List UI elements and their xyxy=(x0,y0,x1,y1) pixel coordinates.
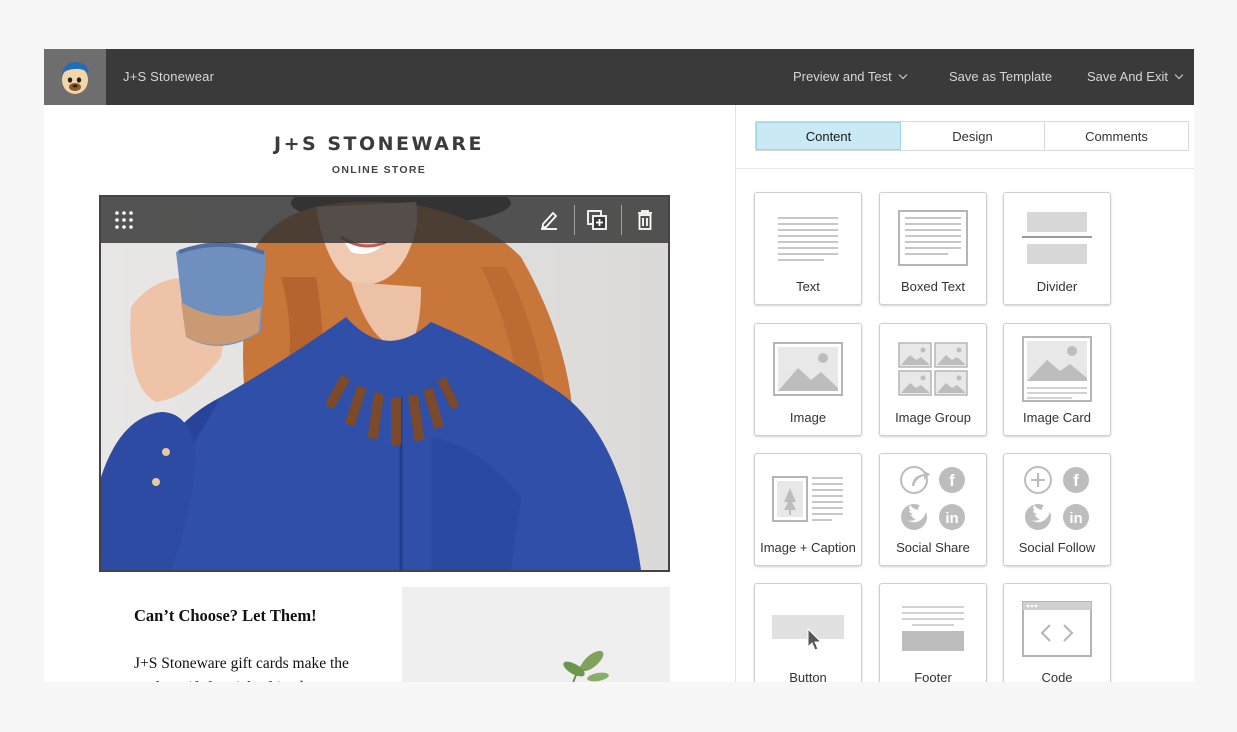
block-label: Text xyxy=(796,279,820,294)
block-tile-divider[interactable]: Divider xyxy=(1003,192,1111,305)
block-label: Social Share xyxy=(896,540,970,555)
block-label: Image Group xyxy=(895,410,971,425)
content-panel: Content Design Comments Text Boxed Text xyxy=(735,105,1194,682)
block-tile-footer[interactable]: Footer xyxy=(879,583,987,682)
block-label: Divider xyxy=(1036,279,1078,294)
mailchimp-logo-icon[interactable] xyxy=(44,49,106,105)
save-as-template-label: Save as Template xyxy=(949,69,1053,84)
tab-content[interactable]: Content xyxy=(756,122,901,150)
block-tile-text[interactable]: Text xyxy=(754,192,862,305)
svg-text:f: f xyxy=(949,471,955,490)
edit-pencil-icon[interactable] xyxy=(526,197,572,243)
chevron-down-icon xyxy=(898,70,908,79)
block-tile-image-group[interactable]: Image Group xyxy=(879,323,987,436)
text-block-icon xyxy=(755,205,861,271)
panel-divider xyxy=(736,168,1194,169)
block-tile-code[interactable]: Code xyxy=(1003,583,1111,682)
block-label: Image Card xyxy=(1023,410,1091,425)
block-label: Footer xyxy=(914,670,952,682)
block-tile-boxed-text[interactable]: Boxed Text xyxy=(879,192,987,305)
divider-block-icon xyxy=(1004,205,1110,271)
boxed-text-block-icon xyxy=(880,205,986,271)
block-label: Boxed Text xyxy=(900,279,966,294)
footer-block-icon xyxy=(880,596,986,662)
block-tile-image-card[interactable]: Image Card xyxy=(1003,323,1111,436)
svg-text:f: f xyxy=(1073,471,1079,490)
hero-image-block[interactable] xyxy=(99,195,670,572)
social-share-block-icon: f in xyxy=(880,466,986,532)
plant-photo[interactable] xyxy=(402,587,670,682)
svg-text:in: in xyxy=(945,510,958,527)
chevron-down-icon xyxy=(1174,70,1184,79)
preview-and-test-button[interactable]: Preview and Test xyxy=(793,69,908,84)
block-tile-button[interactable]: Button xyxy=(754,583,862,682)
panel-tabs: Content Design Comments xyxy=(755,121,1189,151)
drag-handle-icon[interactable] xyxy=(101,197,147,243)
email-canvas: J+S STONEWARE ONLINE STORE Can’t Choose?… xyxy=(44,105,735,682)
image-card-block-icon xyxy=(1004,336,1110,402)
block-label: Button xyxy=(789,670,827,682)
save-as-template-button[interactable]: Save as Template xyxy=(949,69,1052,84)
social-follow-block-icon: f in xyxy=(1004,466,1110,532)
block-label: Image + Caption xyxy=(760,540,856,555)
block-tile-social-share[interactable]: f in Social Share xyxy=(879,453,987,566)
save-and-exit-button[interactable]: Save And Exit xyxy=(1087,69,1184,84)
image-caption-block-icon xyxy=(755,466,861,532)
app-window: J+S Stonewear Preview and Test Save as T… xyxy=(44,49,1194,682)
block-label: Social Follow xyxy=(1018,540,1096,555)
save-and-exit-label: Save And Exit xyxy=(1087,69,1168,84)
svg-text:in: in xyxy=(1069,510,1082,527)
tab-comments[interactable]: Comments xyxy=(1045,122,1188,150)
code-block-icon xyxy=(1004,596,1110,662)
campaign-name: J+S Stonewear xyxy=(123,69,215,84)
duplicate-icon[interactable] xyxy=(574,197,620,243)
block-tile-social-follow[interactable]: f in Social Follow xyxy=(1003,453,1111,566)
brand-title[interactable]: J+S STONEWARE xyxy=(44,133,714,155)
block-tile-image-caption[interactable]: Image + Caption xyxy=(754,453,862,566)
preview-and-test-label: Preview and Test xyxy=(793,69,892,84)
block-label: Image xyxy=(789,410,827,425)
section-body[interactable]: J+S Stoneware gift cards make the perfec… xyxy=(134,652,379,682)
block-label: Code xyxy=(1041,670,1073,682)
top-bar: J+S Stonewear Preview and Test Save as T… xyxy=(44,49,1194,105)
section-title[interactable]: Can’t Choose? Let Them! xyxy=(134,606,317,626)
tab-design[interactable]: Design xyxy=(901,122,1045,150)
trash-icon[interactable] xyxy=(622,197,668,243)
button-block-icon xyxy=(755,596,861,662)
brand-subtitle[interactable]: ONLINE STORE xyxy=(44,164,714,176)
image-block-icon xyxy=(755,336,861,402)
block-tile-image[interactable]: Image xyxy=(754,323,862,436)
image-group-block-icon xyxy=(880,336,986,402)
block-toolbar xyxy=(101,197,668,243)
